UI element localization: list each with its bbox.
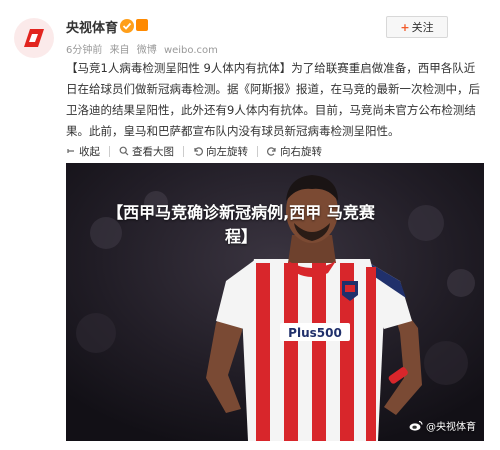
collapse-icon (67, 149, 74, 153)
divider (183, 145, 184, 157)
rotate-left-button[interactable]: 向左旋转 (193, 144, 248, 159)
source-name[interactable]: 微博 (137, 45, 157, 56)
post-meta: 6分钟前 来自 微博 weibo.com (66, 41, 222, 56)
view-large-button[interactable]: 查看大图 (119, 144, 174, 159)
collapse-label: 收起 (79, 145, 100, 158)
magnifier-icon (119, 146, 129, 156)
post-text: 【马竞1人病毒检测呈阳性 9人体内有抗体】为了给联赛重启做准备，西甲各队近日在给… (66, 61, 480, 138)
source-prefix: 来自 (109, 45, 130, 56)
post-time[interactable]: 6分钟前 (66, 45, 102, 56)
source-site: weibo.com (163, 45, 218, 56)
rotate-right-button[interactable]: 向右旋转 (267, 144, 322, 159)
image-action-bar: 收起 查看大图 向左旋转 向右旋转 (66, 143, 322, 159)
follow-label: 关注 (411, 21, 434, 34)
rotate-right-icon (267, 147, 276, 156)
post-image[interactable]: Plus500 【西甲马竞确诊新冠病例,西甲 马竞赛 程】 @央视体育 (66, 163, 484, 441)
image-headline: 【西甲马竞确诊新冠病例,西甲 马竞赛 程】 (66, 201, 416, 249)
author-name[interactable]: 央视体育 (66, 17, 118, 36)
image-headline-line-1: 【西甲马竞确诊新冠病例,西甲 马竞赛 (107, 203, 375, 222)
divider (257, 145, 258, 157)
weibo-logo-icon (409, 420, 423, 431)
jersey-sponsor-text: Plus500 (288, 326, 342, 340)
rotate-left-label: 向左旋转 (206, 145, 248, 158)
image-headline-line-2: 程】 (224, 227, 257, 246)
rotate-right-label: 向右旋转 (280, 145, 322, 158)
divider (109, 145, 110, 157)
watermark-text: @央视体育 (426, 422, 476, 433)
follow-button[interactable]: + 关注 (386, 16, 448, 38)
plus-icon: + (400, 20, 410, 34)
image-watermark: @央视体育 (409, 418, 476, 433)
collapse-button[interactable]: 收起 (66, 144, 100, 159)
weibo-post-card: 央视体育 6分钟前 来自 微博 weibo.com + 关注 【马竞1人病毒检测… (0, 0, 500, 450)
author-avatar[interactable] (14, 18, 54, 58)
vip-level-icon (136, 19, 148, 31)
view-large-label: 查看大图 (132, 145, 174, 158)
verified-badge-icon (120, 19, 134, 33)
rotate-left-icon (194, 147, 203, 156)
cctv5-logo-icon (24, 29, 44, 47)
